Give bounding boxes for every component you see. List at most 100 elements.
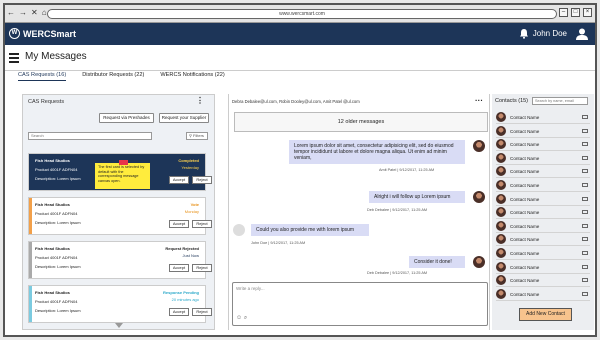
cas-requests-panel: CAS Requests ⋮ Request via Preshades Req… (22, 94, 215, 330)
accept-button[interactable]: Accept (169, 308, 189, 316)
message-bubble: Alright i will follow up Lorem ipsum (369, 191, 465, 203)
contact-name: Contact Name (510, 155, 540, 161)
contact-row[interactable]: Contact Name (496, 275, 590, 288)
home-icon[interactable]: ⌂ (42, 9, 47, 17)
more-options-icon[interactable]: ⋮ (196, 97, 204, 105)
message-meta: Deb Debalee | 9/12/2017, 11:25 AM (367, 208, 428, 212)
contact-avatar (496, 180, 506, 190)
message-meta: Amit Patel | 9/12/2017, 11:25 AM (379, 168, 435, 172)
card-company: Fish Head Studios (35, 202, 70, 207)
filter-button[interactable]: ⚲ Filters (186, 132, 208, 140)
accept-button[interactable]: Accept (169, 176, 189, 184)
mail-icon[interactable] (582, 128, 588, 133)
contact-row[interactable]: Contact Name (496, 125, 590, 138)
reject-button[interactable]: Reject (192, 308, 212, 316)
minimize-icon[interactable]: – (559, 8, 568, 17)
contact-avatar (496, 112, 506, 122)
contact-name: Contact Name (510, 278, 540, 284)
request-preshades-button[interactable]: Request via Preshades (99, 113, 154, 123)
window-close-icon[interactable]: × (583, 8, 592, 17)
back-icon[interactable]: ← (7, 9, 15, 17)
sticky-note: The first card is selected by default wi… (95, 160, 150, 189)
tab-wercs-notifications[interactable]: WERCS Notifications (22) (160, 72, 224, 81)
card-company: Fish Head Studios (35, 290, 70, 295)
mail-icon[interactable] (582, 142, 588, 147)
tab-distributor-requests[interactable]: Distributor Requests (22) (82, 72, 144, 81)
window-controls: – □ × (559, 8, 592, 17)
mail-icon[interactable] (582, 237, 588, 242)
accept-button[interactable]: Accept (169, 220, 189, 228)
card-stripe (29, 198, 32, 234)
contact-row[interactable]: Contact Name (496, 193, 590, 206)
mail-icon[interactable] (582, 183, 588, 187)
message-bubble: Lorem ipsum dolor sit amet, consectetur … (289, 140, 465, 164)
reply-input[interactable]: Write a reply... ☺ ⌕ (232, 282, 488, 326)
card-time: Just Now (182, 253, 199, 258)
add-contact-button[interactable]: Add New Contact (519, 308, 572, 321)
contact-row[interactable]: Contact Name (496, 234, 590, 247)
card-description: Description: Lorem Ipsum (35, 220, 81, 225)
contact-name: Contact Name (510, 183, 540, 188)
mail-icon[interactable] (582, 291, 588, 296)
mail-icon[interactable] (582, 251, 588, 255)
card-product: Product 4001F ADFN04 (35, 299, 78, 304)
bell-icon[interactable] (519, 28, 529, 39)
contact-row[interactable]: Contact Name (496, 220, 590, 233)
contact-avatar (496, 166, 506, 177)
contact-avatar (496, 152, 506, 163)
request-supplier-button[interactable]: Request your Supplier (159, 113, 209, 123)
mail-icon[interactable] (582, 196, 588, 201)
contact-row[interactable]: Contact Name (496, 288, 590, 301)
address-bar[interactable]: www.wercsmart.com (47, 9, 557, 19)
user-name[interactable]: John Doe (533, 29, 567, 38)
attach-icon[interactable]: ⌕ (244, 315, 247, 321)
user-avatar-icon[interactable] (575, 27, 589, 41)
scroll-down-icon[interactable] (115, 323, 123, 328)
search-input[interactable]: Search (28, 132, 152, 140)
contact-name: Contact Name (510, 169, 540, 175)
contact-row[interactable]: Contact Name (496, 207, 590, 220)
contact-name: Contact Name (510, 196, 540, 202)
mail-icon[interactable] (582, 278, 588, 283)
panel-title: CAS Requests (28, 99, 65, 105)
sticky-note-text: The first card is selected by default wi… (98, 165, 145, 183)
forward-icon[interactable]: → (19, 9, 27, 17)
hamburger-menu-icon[interactable] (9, 53, 19, 65)
contact-row[interactable]: Contact Name (496, 180, 590, 192)
mail-icon[interactable] (582, 264, 588, 269)
contact-avatar (496, 261, 506, 272)
request-card[interactable]: Fish Head Studios Product 4001F ADFN04 D… (28, 153, 212, 191)
contact-row[interactable]: Contact Name (496, 261, 590, 274)
chat-options-icon[interactable]: ··· (475, 96, 483, 105)
contact-row[interactable]: Contact Name (496, 152, 590, 165)
contact-avatar (496, 139, 506, 150)
reject-button[interactable]: Reject (192, 176, 212, 184)
status-badge: Response Pending (162, 290, 199, 295)
request-card[interactable]: Fish Head Studios Product 4001F ADFN04 D… (28, 285, 212, 323)
mail-icon[interactable] (582, 155, 588, 160)
maximize-icon[interactable]: □ (571, 8, 580, 17)
request-card[interactable]: Fish Head Studios Product 4001F ADFN04 D… (28, 197, 212, 235)
brand-logo[interactable]: W WERCSmart (9, 28, 76, 39)
accept-button[interactable]: Accept (169, 264, 189, 272)
contact-row[interactable]: Contact Name (496, 166, 590, 179)
contact-search-input[interactable]: Search by name, email (532, 97, 588, 105)
mail-icon[interactable] (582, 169, 588, 174)
request-card[interactable]: Fish Head Studios Product 4001F ADFN04 D… (28, 241, 212, 279)
emoji-icon[interactable]: ☺ (236, 315, 242, 321)
sender-avatar (233, 224, 245, 236)
reject-button[interactable]: Reject (192, 264, 212, 272)
mail-icon[interactable] (582, 223, 588, 228)
tab-cas-requests[interactable]: CAS Requests (16) (18, 72, 67, 81)
card-time: 20 minutes ago (171, 297, 199, 302)
older-messages-button[interactable]: 12 older messages (234, 112, 488, 132)
reject-button[interactable]: Reject (192, 220, 212, 228)
status-badge: Request Rejected (165, 246, 199, 251)
contact-row[interactable]: Contact Name (496, 248, 590, 260)
contact-row[interactable]: Contact Name (496, 112, 590, 124)
mail-icon[interactable] (582, 115, 588, 119)
close-icon[interactable]: ✕ (31, 9, 38, 17)
mail-icon[interactable] (582, 210, 588, 215)
contact-row[interactable]: Contact Name (496, 139, 590, 152)
contact-avatar (496, 207, 506, 218)
